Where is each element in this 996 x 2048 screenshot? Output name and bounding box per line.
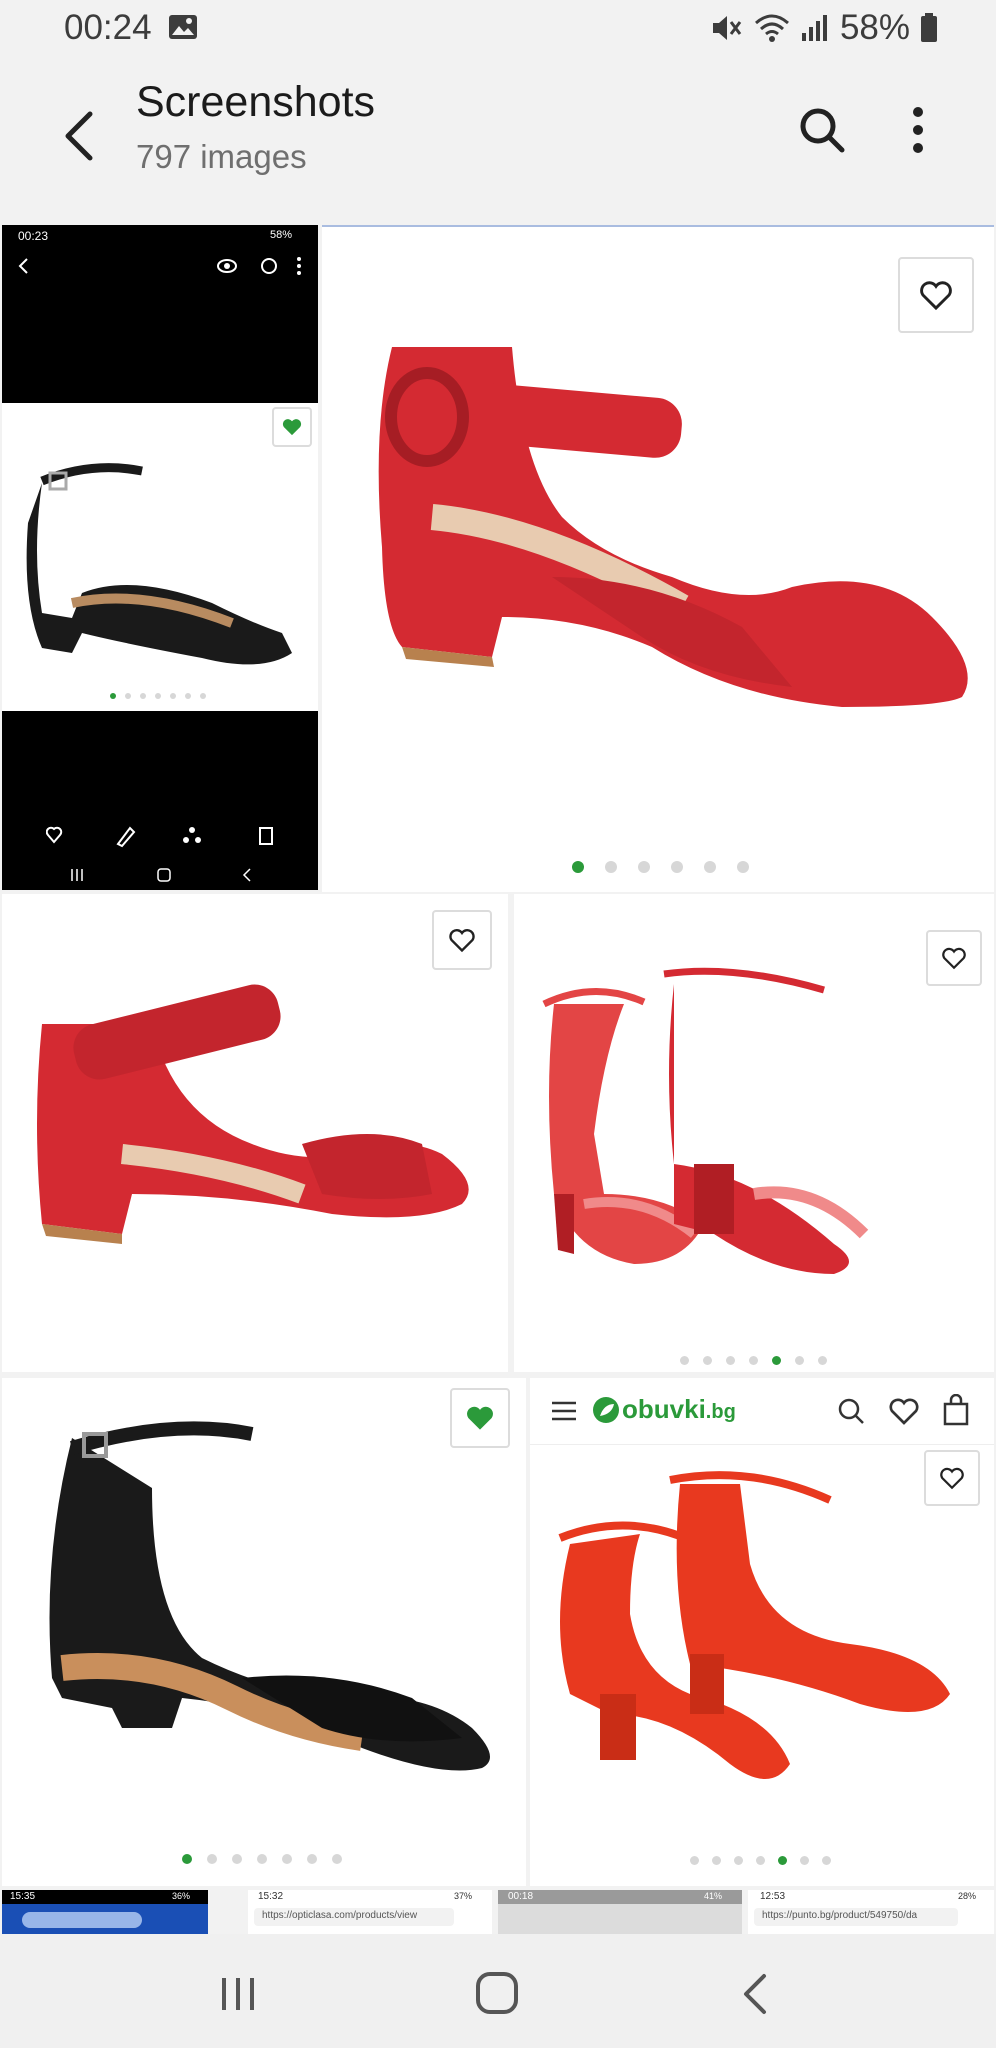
mute-icon: [712, 16, 742, 40]
mini-status-battery: 58%: [270, 229, 293, 241]
mini-back-icon: [18, 258, 28, 274]
heart-filled-icon: [467, 1406, 493, 1430]
mini-status-time: 00:23: [18, 229, 49, 243]
hamburger-menu-icon: [552, 1401, 576, 1421]
thumbnail-red-suede-sandal[interactable]: [2, 894, 508, 1372]
favorite-button[interactable]: [432, 910, 492, 970]
app-header: Screenshots 797 images: [0, 60, 996, 225]
strip-url: https://opticlasa.com/products/view: [262, 1910, 418, 1921]
obuvki-header: obuvki.bg: [530, 1378, 994, 1445]
brand-suffix: .bg: [705, 1401, 736, 1423]
page-title: Screenshots: [136, 78, 376, 126]
more-options-icon[interactable]: [896, 100, 940, 160]
mini-eye-icon: [217, 259, 237, 273]
thumb-strip-item[interactable]: 00:18 41%: [498, 1890, 742, 1934]
strip-status: 37%: [454, 1891, 473, 1901]
thumbnail-phone-screenshot[interactable]: 00:23 58%: [2, 225, 318, 890]
status-time: 00:24: [64, 8, 152, 47]
mini-product-image: [2, 403, 318, 711]
favorite-button[interactable]: [450, 1388, 510, 1448]
heart-outline-icon: [889, 1398, 919, 1425]
strip-status: 41%: [704, 1891, 723, 1901]
pagination-dots: [572, 861, 749, 873]
favorite-button[interactable]: [898, 257, 974, 333]
strip-time: 15:32: [258, 1891, 284, 1902]
pagination-dots: [690, 1856, 831, 1865]
black-sandal-thumb-image: [26, 463, 292, 665]
shopping-bag-icon: [943, 1394, 969, 1426]
black-leather-sandal-image: [49, 1421, 490, 1771]
thumbnail-red-patent-sandals[interactable]: [514, 894, 994, 1372]
mini-bottom-actions: [46, 826, 273, 848]
mini-more-icon: [297, 257, 301, 275]
gallery-notification-icon: [169, 15, 197, 39]
heart-filled-icon: [282, 419, 302, 436]
strip-time: 12:53: [760, 1891, 786, 1902]
thumbnail-black-leather-sandal[interactable]: [2, 1378, 526, 1886]
favorite-button[interactable]: [926, 930, 982, 986]
wifi-icon: [754, 14, 789, 42]
image-count: 797 images: [136, 138, 307, 175]
heart-outline-icon: [942, 947, 966, 970]
strip-status: 36%: [172, 1891, 191, 1901]
leaf-logo-icon: [593, 1397, 619, 1423]
signal-icon: [801, 15, 827, 41]
strip-status: 28%: [958, 1891, 977, 1901]
battery-percent: 58%: [839, 8, 910, 47]
home-icon[interactable]: [474, 1970, 520, 2016]
status-bar: 00:24 58%: [0, 0, 996, 60]
heart-outline-icon: [449, 929, 475, 953]
red-patent-sandals-image: [542, 967, 869, 1274]
mini-sync-icon: [261, 258, 277, 274]
brand-prefix: obuvki: [622, 1394, 706, 1424]
strip-url: https://punto.bg/product/549750/da: [762, 1910, 918, 1921]
heart-outline-icon: [920, 281, 952, 311]
orange-sandals-image: [558, 1471, 950, 1779]
back-arrow-icon[interactable]: [56, 100, 106, 170]
thumbnail-red-sandal-large[interactable]: [322, 225, 994, 892]
heart-outline-icon: [940, 1467, 964, 1490]
thumb-strip-item[interactable]: 12:53 28% https://punto.bg/product/54975…: [748, 1890, 994, 1934]
back-nav-icon[interactable]: [738, 1972, 774, 2016]
mini-navbar: [71, 868, 251, 882]
red-sandal-image: [378, 347, 968, 707]
search-icon: [838, 1398, 864, 1424]
battery-icon: [921, 13, 937, 42]
strip-time: 15:35: [10, 1891, 36, 1902]
pagination-dots: [182, 1854, 342, 1864]
obuvki-logo-text: obuvki.bg: [622, 1394, 736, 1425]
mini-pagination-dots: [110, 693, 206, 699]
search-icon[interactable]: [794, 100, 850, 160]
mini-favorite-button: [272, 407, 312, 447]
recent-apps-icon[interactable]: [216, 1974, 260, 2014]
status-right: 58%: [710, 8, 938, 48]
thumbnail-strip: 15:35 36% 15:32 37% https://opticlasa.co…: [0, 1888, 996, 1934]
thumbnail-obuvki-orange-sandals[interactable]: obuvki.bg: [530, 1378, 994, 1886]
thumb-strip-item[interactable]: 15:32 37% https://opticlasa.com/products…: [248, 1890, 492, 1934]
favorite-button[interactable]: [924, 1450, 980, 1506]
thumb-strip-item[interactable]: 15:35 36%: [2, 1890, 208, 1934]
pagination-dots: [680, 1356, 827, 1365]
strip-time: 00:18: [508, 1891, 534, 1902]
system-navigation-bar: [0, 1934, 996, 2048]
